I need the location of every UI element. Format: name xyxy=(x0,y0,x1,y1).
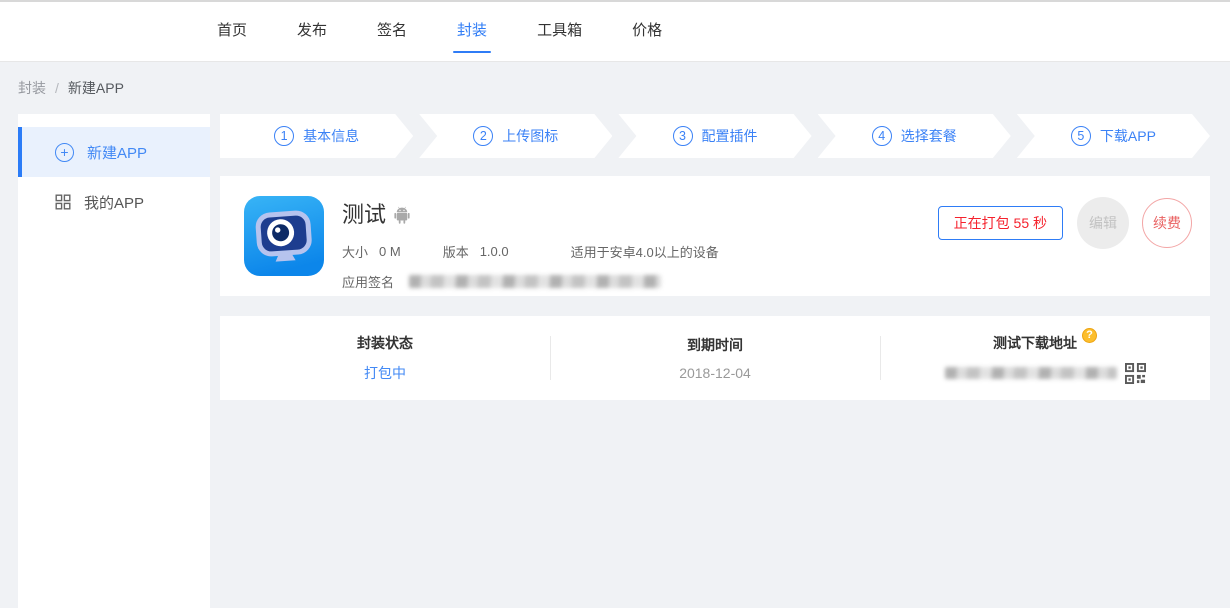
renew-button[interactable]: 续费 xyxy=(1142,198,1192,248)
step-number-circle: 2 xyxy=(473,126,493,146)
breadcrumb-section[interactable]: 封装 xyxy=(18,78,46,98)
signature-row: 应用签名 xyxy=(342,272,719,291)
sidebar-item-label: 新建APP xyxy=(87,142,147,163)
grid-icon xyxy=(55,194,71,210)
steps-bar: 1 基本信息 2 上传图标 3 配置插件 4 选择套餐 5 下载APP xyxy=(220,114,1210,158)
step-choose-plan[interactable]: 4 选择套餐 xyxy=(818,114,1011,158)
column-title: 到期时间 xyxy=(687,335,743,355)
packing-status-button[interactable]: 正在打包 55 秒 xyxy=(938,206,1063,240)
size-value: 0 M xyxy=(379,244,401,259)
package-state-value: 打包中 xyxy=(364,363,406,383)
nav-item-publish[interactable]: 发布 xyxy=(272,2,352,61)
android-icon xyxy=(394,206,410,224)
step-number-circle: 1 xyxy=(274,126,294,146)
step-label: 上传图标 xyxy=(502,126,558,146)
compat-note: 适用于安卓4.0以上的设备 xyxy=(571,242,719,261)
nav-item-package[interactable]: 封装 xyxy=(432,2,512,61)
status-column-expiry: 到期时间 2018-12-04 xyxy=(550,316,880,400)
qr-code-icon[interactable] xyxy=(1125,363,1146,384)
signature-redacted xyxy=(409,275,661,288)
sidebar-item-my-app[interactable]: 我的APP xyxy=(18,177,210,227)
nav-item-sign[interactable]: 签名 xyxy=(352,2,432,61)
download-url-redacted xyxy=(945,367,1117,379)
app-actions: 正在打包 55 秒 编辑 续费 xyxy=(938,197,1192,249)
status-column-download-url: 测试下载地址 ? xyxy=(880,316,1210,400)
step-number-circle: 4 xyxy=(872,126,892,146)
breadcrumb-separator: / xyxy=(55,80,59,96)
app-info: 测试 大小 0 M xyxy=(342,196,719,276)
step-upload-icon[interactable]: 2 上传图标 xyxy=(419,114,612,158)
column-title: 封装状态 xyxy=(357,333,413,353)
nav-item-home[interactable]: 首页 xyxy=(192,2,272,61)
step-basic-info[interactable]: 1 基本信息 xyxy=(220,114,413,158)
status-column-package-state: 封装状态 打包中 xyxy=(220,316,550,400)
step-label: 选择套餐 xyxy=(901,126,957,146)
step-download-app[interactable]: 5 下载APP xyxy=(1017,114,1210,158)
size-label: 大小 xyxy=(342,242,368,261)
version-value: 1.0.0 xyxy=(480,244,509,259)
step-configure-plugins[interactable]: 3 配置插件 xyxy=(618,114,811,158)
step-label: 基本信息 xyxy=(303,126,359,146)
signature-label: 应用签名 xyxy=(342,272,394,291)
app-meta-row: 大小 0 M 版本 1.0.0 适用于安卓4.0以上的设备 xyxy=(342,242,719,261)
main-nav: 首页 发布 签名 封装 工具箱 价格 xyxy=(192,2,687,61)
step-label: 下载APP xyxy=(1100,126,1156,146)
breadcrumb: 封装 / 新建APP xyxy=(0,62,1230,114)
app-icon xyxy=(244,196,324,276)
content-area: 1 基本信息 2 上传图标 3 配置插件 4 选择套餐 5 下载APP xyxy=(220,114,1210,608)
plus-circle-icon: + xyxy=(55,143,74,162)
column-title: 测试下载地址 xyxy=(993,333,1077,353)
step-number-circle: 3 xyxy=(673,126,693,146)
edit-button[interactable]: 编辑 xyxy=(1077,197,1129,249)
breadcrumb-current: 新建APP xyxy=(68,78,124,98)
expiry-date-value: 2018-12-04 xyxy=(679,365,751,381)
version-label: 版本 xyxy=(443,242,469,261)
main-area: + 新建APP 我的APP 1 基本信息 2 上传图标 3 xyxy=(0,114,1230,608)
app-card: 测试 大小 0 M xyxy=(220,176,1210,296)
step-number-circle: 5 xyxy=(1071,126,1091,146)
sidebar-item-new-app[interactable]: + 新建APP xyxy=(18,127,210,177)
step-label: 配置插件 xyxy=(702,126,758,146)
status-card: 封装状态 打包中 到期时间 2018-12-04 测试下载地址 ? xyxy=(220,316,1210,400)
nav-item-price[interactable]: 价格 xyxy=(607,2,687,61)
app-name: 测试 xyxy=(342,197,386,229)
question-coin-icon[interactable]: ? xyxy=(1082,328,1097,343)
top-header: 首页 发布 签名 封装 工具箱 价格 xyxy=(0,0,1230,62)
sidebar: + 新建APP 我的APP xyxy=(18,114,210,608)
nav-item-toolbox[interactable]: 工具箱 xyxy=(512,2,607,61)
sidebar-item-label: 我的APP xyxy=(84,192,144,213)
